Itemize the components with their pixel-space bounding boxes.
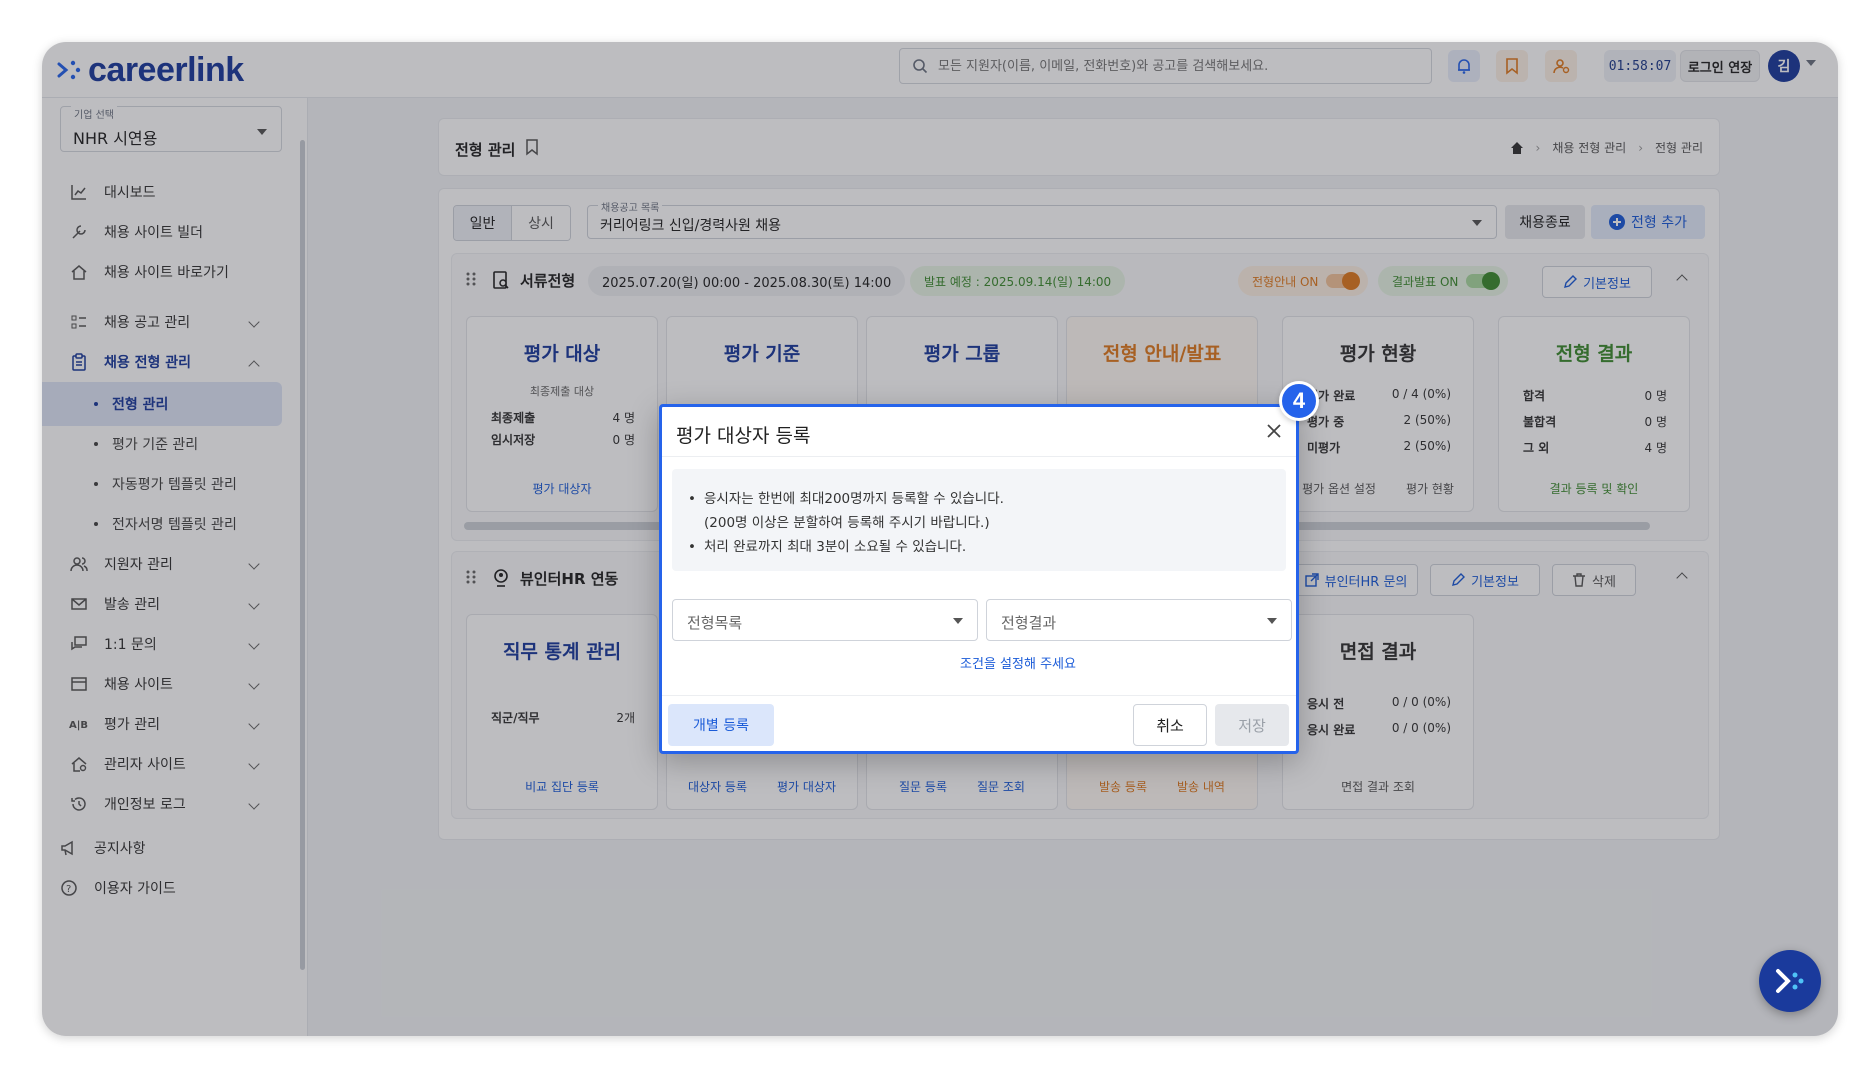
- condition-hint: 조건을 설정해 주세요: [960, 657, 1076, 672]
- assistant-fab[interactable]: [1759, 950, 1821, 1012]
- notice-text: 응시자는 한번에 최대200명까지 등록할 수 있습니다.: [704, 491, 1004, 507]
- bullet-dot: •: [688, 491, 696, 507]
- notice-bullet: • 처리 완료까지 최대 3분이 소요될 수 있습니다.: [688, 535, 1270, 559]
- notice-box: • 응시자는 한번에 최대200명까지 등록할 수 있습니다. (200명 이상은…: [672, 469, 1286, 571]
- notice-bullet: • 응시자는 한번에 최대200명까지 등록할 수 있습니다.: [688, 487, 1270, 511]
- stage-result-select[interactable]: 전형결과: [986, 599, 1292, 641]
- modal-header: 평가 대상자 등록: [662, 407, 1296, 457]
- careerlink-chat-icon: [1776, 969, 1804, 993]
- bullet-dot: •: [688, 539, 696, 555]
- register-target-modal: 평가 대상자 등록 • 응시자는 한번에 최대200명까지 등록할 수 있습니다.…: [659, 404, 1299, 754]
- close-icon[interactable]: [1266, 423, 1282, 439]
- notice-text: 처리 완료까지 최대 3분이 소요될 수 있습니다.: [704, 539, 967, 555]
- save-button[interactable]: 저장: [1215, 704, 1289, 746]
- cancel-button[interactable]: 취소: [1133, 704, 1207, 746]
- select-value: 전형목록: [687, 614, 743, 632]
- app-window: careerlink 01:58:07 로그인 연장 김 기업 선택 NHR 시…: [42, 42, 1838, 1036]
- individual-register-button[interactable]: 개별 등록: [668, 704, 774, 746]
- chevron-down-icon: [953, 618, 963, 624]
- notice-text: (200명 이상은 분할하여 등록해 주시기 바랍니다.): [704, 515, 990, 531]
- chevron-down-icon: [1267, 618, 1277, 624]
- select-value: 전형결과: [1001, 614, 1057, 632]
- step-badge: 4: [1279, 381, 1319, 421]
- stage-list-select[interactable]: 전형목록: [672, 599, 978, 641]
- modal-title: 평가 대상자 등록: [676, 425, 811, 447]
- modal-footer: 개별 등록 취소 저장: [662, 695, 1296, 754]
